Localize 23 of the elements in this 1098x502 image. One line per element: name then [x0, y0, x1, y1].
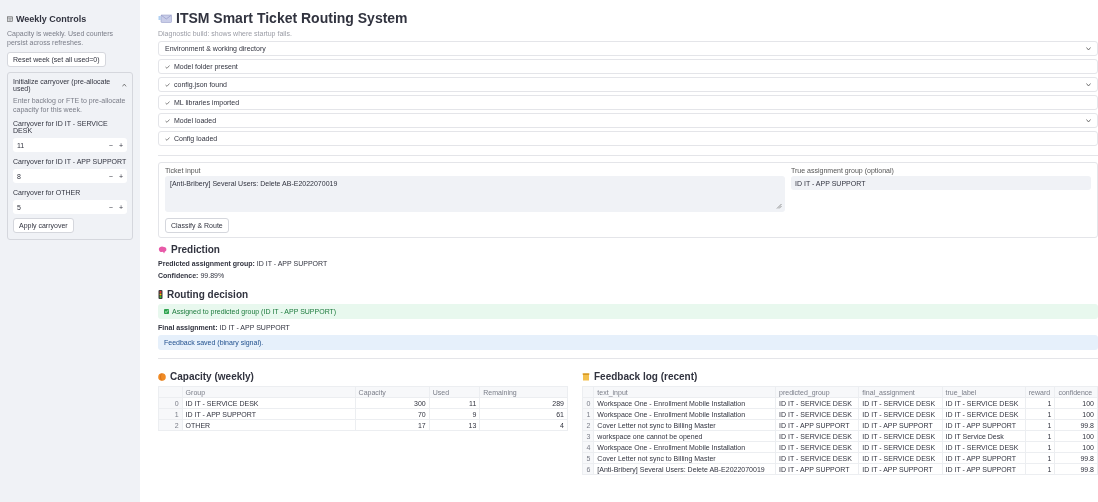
checkmark-icon: [165, 64, 170, 69]
section-heading: Feedback log (recent): [594, 371, 698, 382]
page-title: ITSM Smart Ticket Routing System: [176, 10, 408, 26]
sidebar-title: Weekly Controls: [16, 14, 87, 24]
traffic-light-icon: [158, 290, 163, 299]
resize-handle-icon[interactable]: [776, 203, 782, 209]
scroll-icon: [582, 372, 590, 381]
checkmark-icon: [165, 118, 170, 123]
section-heading: Prediction: [171, 244, 220, 255]
calendar-icon: [7, 16, 13, 22]
chevron-down-icon: [1086, 82, 1091, 87]
brain-icon: [158, 245, 167, 254]
checkbox-icon: [164, 309, 169, 314]
chevron-up-icon: [122, 83, 127, 88]
chevron-down-icon: [1086, 46, 1091, 51]
ball-icon: [158, 372, 166, 381]
chevron-down-icon: [1086, 118, 1091, 123]
envelope-icon: [158, 13, 172, 23]
checkmark-icon: [165, 100, 170, 105]
section-heading: Capacity (weekly): [170, 371, 254, 382]
section-heading: Routing decision: [167, 289, 249, 300]
checkmark-icon: [165, 136, 170, 141]
checkmark-icon: [165, 82, 170, 87]
